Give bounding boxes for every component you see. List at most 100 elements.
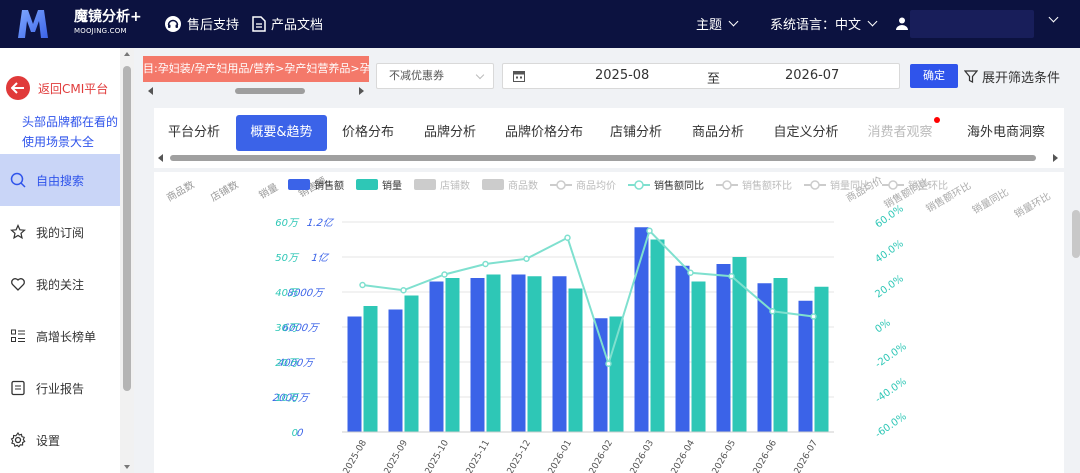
x-axis-tick: 2026-05 [711, 439, 738, 473]
yoy-axis-tick: -40.0% [873, 376, 908, 405]
document-icon [252, 15, 266, 32]
sidebar-item-label: 我的关注 [36, 277, 85, 292]
volume-axis-tick: 40万 [275, 288, 300, 299]
star-icon [10, 224, 26, 240]
sidebar-item-industry-report[interactable]: 行业报告 [0, 362, 120, 414]
back-arrow-icon [6, 76, 30, 100]
bar-sales [388, 309, 403, 432]
docs-link[interactable]: 产品文档 [252, 14, 323, 33]
theme-menu[interactable]: 主题 [696, 14, 739, 33]
yoy-point [400, 287, 407, 294]
date-start[interactable]: 2025-08 [595, 68, 649, 83]
scroll-down-arrow-icon[interactable] [124, 465, 130, 469]
user-menu-chevron-icon[interactable] [1048, 12, 1059, 23]
legend-swatch [556, 180, 566, 190]
tab-brand-analysis[interactable]: 品牌分析 [416, 115, 484, 151]
sidebar-item-label: 行业报告 [36, 381, 85, 396]
support-link[interactable]: 售后支持 [164, 14, 239, 33]
tabs-scrollbar[interactable] [154, 152, 1064, 164]
gear-icon [10, 432, 26, 448]
yoy-axis-tick: 0% [873, 317, 892, 335]
coupon-select[interactable]: 不减优惠券 [376, 63, 494, 89]
tab-price-distribution[interactable]: 价格分布 [334, 115, 402, 151]
date-end[interactable]: 2026-07 [785, 68, 839, 83]
sidebar-item-high-growth[interactable]: 高增长榜单 [0, 310, 120, 362]
volume-axis-tick: 30万 [275, 323, 300, 334]
list-icon [11, 329, 25, 342]
scroll-left-arrow-icon[interactable] [148, 87, 153, 95]
user-account-blurred[interactable] [910, 10, 1034, 38]
theme-label: 主题 [696, 18, 723, 33]
scroll-up-arrow-icon[interactable] [124, 52, 130, 56]
legend-item: 销量 [382, 179, 402, 192]
legend-swatch [356, 179, 378, 190]
tab-overseas-ecommerce[interactable]: 海外电商洞察 [958, 115, 1054, 151]
scroll-right-arrow-icon[interactable] [1053, 154, 1058, 162]
legend-item: 销量同比 [830, 179, 870, 192]
scroll-left-arrow-icon[interactable] [158, 154, 163, 162]
legend-item: 商品数 [508, 179, 538, 192]
sidebar-scrollbar[interactable] [120, 48, 134, 473]
bar-sales [511, 274, 526, 432]
bar-volume [363, 306, 378, 432]
bar-volume [568, 288, 583, 432]
axis-title: 商品数 [164, 178, 196, 204]
sidebar-item-label: 设置 [36, 433, 61, 448]
scrollbar-thumb[interactable] [123, 66, 131, 391]
bar-sales [347, 316, 362, 432]
heart-icon [11, 278, 25, 291]
expand-filters-button[interactable]: 展开筛选条件 [964, 67, 1060, 86]
tab-consumer-insight[interactable]: 消费者观察 [860, 115, 940, 151]
top-bar: 魔镜分析+ MOOJING.COM 售后支持 产品文档 主题 系统语言：中文 [0, 0, 1080, 48]
search-icon [10, 172, 26, 188]
date-separator: 至 [707, 72, 721, 87]
category-scrollbar[interactable] [143, 86, 369, 96]
brand[interactable]: 魔镜分析+ MOOJING.COM [74, 10, 142, 35]
calendar-icon [513, 71, 525, 82]
legend-swatch [810, 180, 820, 190]
sidebar-item-settings[interactable]: 设置 [0, 414, 120, 466]
bar-volume [773, 278, 788, 432]
language-menu[interactable]: 系统语言：中文 [770, 14, 878, 33]
scroll-right-arrow-icon[interactable] [359, 87, 364, 95]
trend-chart-card: 商品数 店铺数 销量 销售额 商品均价 销售额同比 销售额环比 销量同比 销量环比 0 2000万 4… [154, 172, 1064, 473]
scenario-link[interactable]: 头部品牌都在看的 使用场景大全 [22, 112, 122, 152]
trend-chart[interactable]: 商品数 店铺数 销量 销售额 商品均价销售额同比销售额环比销量同比 销量环比02000万4… [154, 172, 1064, 473]
tab-overview-trend[interactable]: 概要&趋势 [236, 115, 327, 151]
scrollbar-thumb[interactable] [235, 88, 305, 94]
bar-volume [486, 274, 501, 432]
tab-store-analysis[interactable]: 店铺分析 [602, 115, 670, 151]
axis-title: 销量同比 [970, 185, 1011, 216]
tab-brand-price-distribution[interactable]: 品牌价格分布 [498, 115, 590, 151]
category-path[interactable]: 目:孕妇装/孕产妇用品/营养>孕产妇营养品>孕产妇 [143, 56, 369, 82]
legend-item: 店铺数 [440, 179, 470, 192]
x-axis-tick: 2025-12 [506, 439, 533, 473]
sidebar-item-following[interactable]: 我的关注 [0, 258, 120, 310]
bar-volume [527, 276, 542, 432]
confirm-button[interactable]: 确定 [910, 64, 958, 88]
scenario-line-1: 头部品牌都在看的 [22, 115, 119, 129]
sidebar-item-subscriptions[interactable]: 我的订阅 [0, 206, 120, 258]
report-icon [11, 380, 25, 396]
legend-item: 销售额 [314, 179, 344, 192]
filter-icon [964, 70, 978, 83]
x-axis-tick: 2025-09 [383, 438, 411, 473]
back-to-cmi-button[interactable]: 返回CMI平台 [6, 76, 108, 100]
docs-label: 产品文档 [271, 18, 324, 33]
tab-custom-analysis[interactable]: 自定义分析 [766, 115, 846, 151]
sidebar-item-free-search[interactable]: 自由搜索 [0, 154, 120, 206]
page-scrollbar-thumb[interactable] [1072, 210, 1080, 258]
category-selector[interactable]: 目:孕妇装/孕产妇用品/营养>孕产妇营养品>孕产妇 [143, 56, 369, 98]
sales-axis-tick: 1.2亿 [306, 217, 334, 229]
axis-title: 店铺数 [208, 178, 240, 204]
bar-sales [552, 276, 567, 432]
tab-product-analysis[interactable]: 商品分析 [684, 115, 752, 151]
tab-platform-analysis[interactable]: 平台分析 [156, 115, 232, 151]
date-range-picker[interactable]: 2025-08 至 2026-07 [502, 63, 900, 89]
yoy-axis-tick: 40.0% [873, 238, 905, 265]
bar-sales [716, 264, 731, 432]
scrollbar-thumb[interactable] [170, 155, 1036, 161]
language-label: 系统语言：中文 [770, 18, 862, 33]
x-axis-tick: 2025-10 [424, 438, 452, 473]
brand-logo-icon[interactable] [16, 8, 50, 40]
